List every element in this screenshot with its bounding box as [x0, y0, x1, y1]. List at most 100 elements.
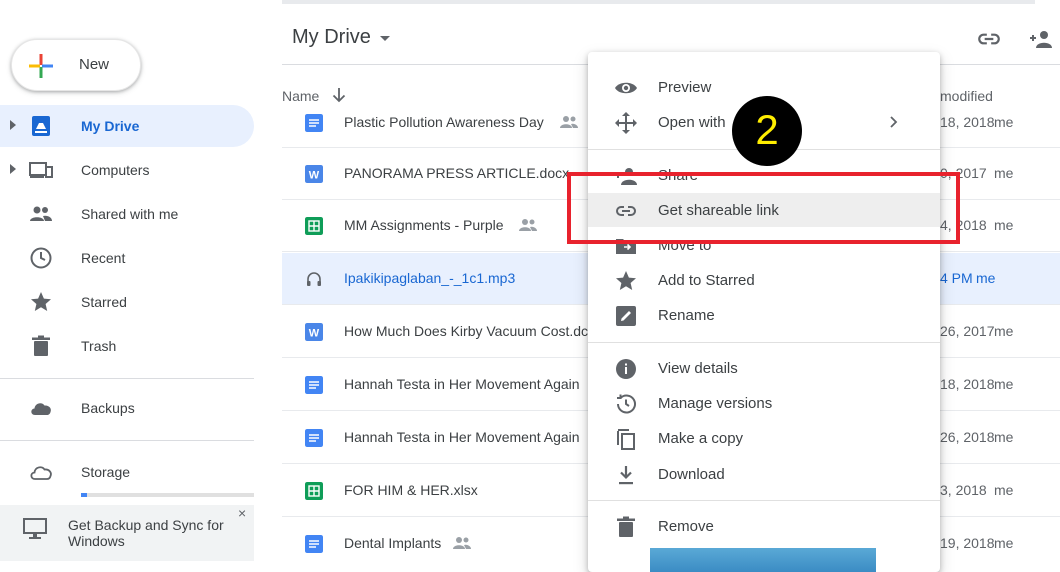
sidebar-divider — [0, 378, 254, 379]
modified-date: 4 PM — [940, 270, 973, 286]
modified-date: 3, 2018 — [940, 482, 987, 498]
chevron-right-icon — [890, 116, 898, 128]
link-icon[interactable] — [976, 26, 1002, 52]
menu-item-label: Rename — [658, 307, 715, 324]
headphones-icon — [307, 272, 321, 286]
sidebar-item-backups[interactable]: Backups — [0, 387, 254, 429]
sidebar-item-label: My Drive — [81, 118, 140, 134]
google-doc-icon — [305, 114, 323, 132]
google-doc-icon — [305, 376, 323, 394]
owner: me — [994, 114, 1014, 130]
svg-text:W: W — [309, 328, 320, 340]
file-name: Plastic Pollution Awareness Day — [344, 114, 544, 130]
expand-arrow-icon[interactable] — [10, 164, 16, 174]
sidebar-item-shared-with-me[interactable]: Shared with me — [0, 193, 254, 235]
move-arrows-icon — [615, 112, 637, 134]
sidebar-item-label: Starred — [81, 294, 127, 310]
modified-date: 26, 2017 — [940, 323, 995, 339]
modified-date: 26, 2018 — [940, 429, 995, 445]
storage-usage-bar — [81, 493, 254, 497]
people-icon — [30, 206, 52, 221]
menu-item-rename[interactable]: Rename — [588, 298, 940, 332]
sidebar-item-label: Shared with me — [81, 206, 179, 222]
file-name: How Much Does Kirby Vacuum Cost.dc — [344, 323, 589, 339]
star-icon — [31, 292, 51, 311]
sidebar-item-trash[interactable]: Trash — [0, 325, 254, 367]
google-sheet-icon — [305, 482, 323, 500]
eye-icon — [615, 82, 637, 94]
new-button-label: New — [79, 56, 110, 73]
file-name: Ipakikipaglaban_-_1c1.mp3 — [344, 270, 516, 286]
cloud-outline-icon — [30, 466, 52, 480]
sidebar-item-computers[interactable]: Computers — [0, 149, 254, 191]
clock-icon — [30, 247, 52, 269]
sidebar-item-storage[interactable]: Storage — [0, 451, 254, 493]
google-doc-icon — [305, 535, 323, 553]
owner: me — [994, 429, 1014, 445]
top-scroll-edge — [282, 0, 1035, 4]
owner: me — [994, 376, 1014, 392]
modified-date: 19, 2018 — [940, 535, 995, 551]
download-icon — [619, 466, 633, 485]
owner: me — [994, 165, 1014, 181]
sidebar-item-my-drive[interactable]: My Drive — [0, 105, 254, 147]
modified-date: 18, 2018 — [940, 376, 995, 392]
drive-icon — [32, 116, 50, 136]
shared-people-icon — [453, 537, 471, 549]
menu-item-remove[interactable]: Remove — [588, 509, 940, 543]
sidebar-item-label: Computers — [81, 162, 150, 178]
sidebar-item-label: Backups — [81, 400, 135, 416]
step-number: 2 — [755, 106, 779, 153]
sidebar-item-label: Recent — [81, 250, 126, 266]
star-icon — [616, 271, 636, 290]
sidebar-item-label: Storage — [81, 464, 131, 480]
file-name: Dental Implants — [344, 535, 442, 551]
close-icon[interactable]: × — [238, 505, 246, 521]
trash-icon — [617, 516, 635, 537]
menu-item-label: View details — [658, 360, 738, 377]
owner: me — [994, 217, 1014, 233]
owner: me — [976, 270, 996, 286]
sidebar-item-recent[interactable]: Recent — [0, 237, 254, 279]
menu-item-label: Remove — [658, 518, 714, 535]
info-icon — [616, 359, 636, 379]
sidebar-divider — [0, 440, 254, 441]
highlight-box — [567, 172, 960, 244]
shared-people-icon — [560, 116, 578, 128]
sidebar-item-starred[interactable]: Starred — [0, 281, 254, 323]
menu-divider — [588, 500, 940, 501]
owner: me — [994, 482, 1014, 498]
menu-item-download[interactable]: Download — [588, 457, 940, 491]
copy-icon — [617, 429, 635, 450]
menu-item-view-details[interactable]: View details — [588, 351, 940, 385]
page-title[interactable]: My Drive — [292, 26, 371, 49]
plus-icon — [29, 54, 53, 78]
new-button[interactable]: New — [11, 39, 141, 91]
owner: me — [994, 323, 1014, 339]
menu-item-label: Preview — [658, 79, 712, 96]
cloud-icon — [31, 403, 51, 415]
expand-arrow-icon[interactable] — [10, 120, 16, 130]
file-name: Hannah Testa in Her Movement Again — [344, 376, 580, 392]
menu-item-label: Manage versions — [658, 395, 773, 412]
menu-item-label: Open with — [658, 114, 726, 131]
word-doc-icon: W — [305, 165, 323, 183]
word-doc-icon: W — [305, 323, 323, 341]
file-name: FOR HIM & HER.xlsx — [344, 482, 478, 498]
caret-down-icon[interactable] — [380, 36, 390, 41]
menu-item-manage-versions[interactable]: Manage versions — [588, 386, 940, 420]
backup-sync-text[interactable]: Get Backup and Sync for Windows — [68, 517, 228, 549]
file-name: MM Assignments - Purple — [344, 217, 504, 233]
menu-item-label: Make a copy — [658, 430, 744, 447]
computer-icon — [29, 162, 53, 178]
google-doc-icon — [305, 429, 323, 447]
menu-item-add-to-starred[interactable]: Add to Starred — [588, 263, 940, 297]
google-sheet-icon — [305, 217, 323, 235]
tooltip-bar — [650, 548, 876, 572]
menu-divider — [588, 342, 940, 343]
menu-item-make-a-copy[interactable]: Make a copy — [588, 421, 940, 455]
backup-sync-banner[interactable]: Get Backup and Sync for Windows × — [0, 505, 254, 561]
monitor-icon — [23, 518, 47, 539]
add-person-icon[interactable] — [1028, 26, 1054, 52]
pencil-icon — [616, 306, 636, 326]
